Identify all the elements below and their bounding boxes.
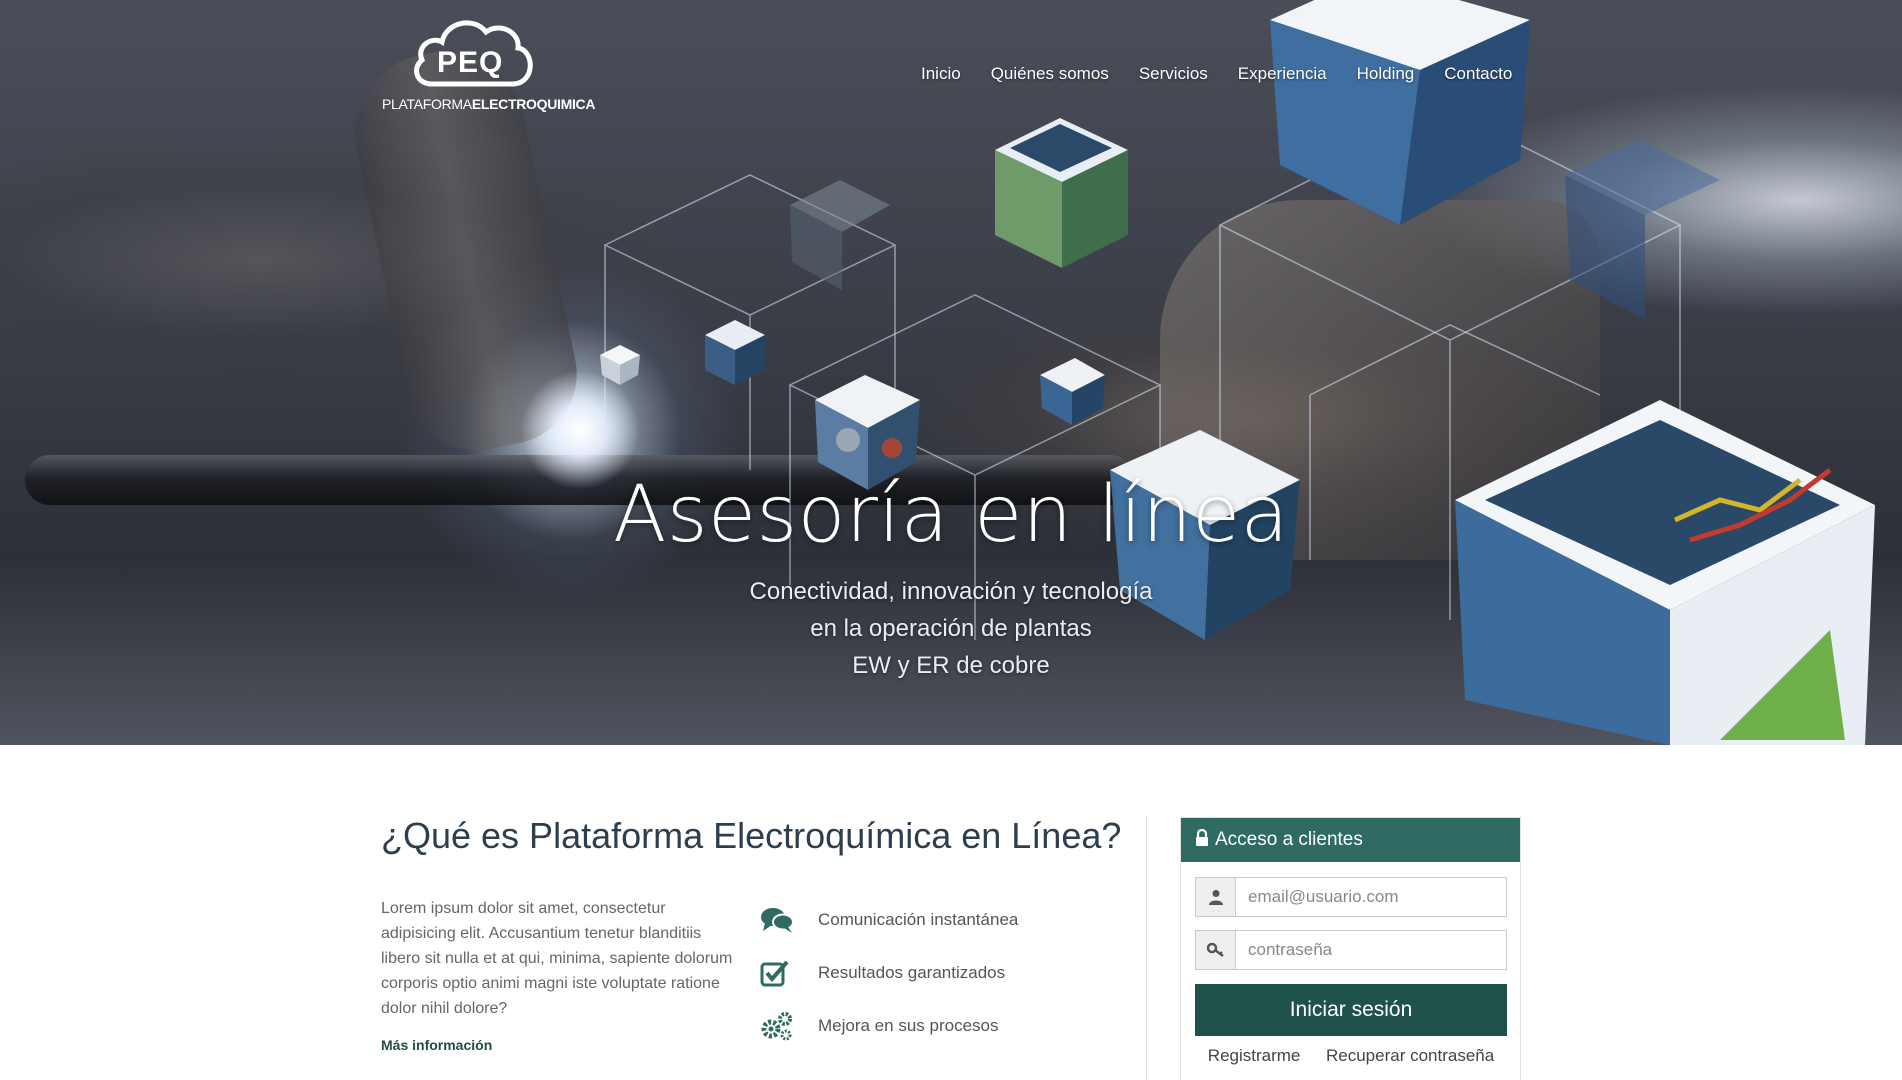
- email-input[interactable]: [1236, 878, 1506, 916]
- nav-item-experiencia[interactable]: Experiencia: [1238, 64, 1327, 92]
- user-icon: [1196, 878, 1236, 916]
- key-icon: [1196, 931, 1236, 969]
- gears-icon: [760, 1011, 802, 1041]
- nav-item-inicio[interactable]: Inicio: [921, 64, 961, 92]
- about-text: Lorem ipsum dolor sit amet, consectetur …: [381, 900, 733, 1017]
- feature-label: Mejora en sus procesos: [818, 1015, 999, 1035]
- checkbox-icon: [760, 958, 802, 988]
- nav-item-holding[interactable]: Holding: [1357, 64, 1415, 92]
- logo-subtitle-light: PLATAFORMA: [382, 96, 472, 112]
- hero-subtitle-line: en la operación de plantas: [810, 615, 1092, 642]
- client-login-panel: Acceso a clientes Iniciar sesión Registr…: [1180, 817, 1521, 1080]
- nav-item-contacto[interactable]: Contacto: [1444, 64, 1512, 92]
- brand-logo[interactable]: PEQ PLATAFORMAELECTROQUIMICA: [382, 12, 595, 117]
- section-divider: [1146, 815, 1147, 1080]
- login-button[interactable]: Iniciar sesión: [1195, 984, 1507, 1036]
- feature-item: Resultados garantizados: [760, 946, 1018, 999]
- logo-subtitle: PLATAFORMAELECTROQUIMICA: [382, 96, 595, 112]
- features-list: Comunicación instantánea Resultados gara…: [760, 893, 1018, 1052]
- hero-subtitle-line: Conectividad, innovación y tecnología: [749, 578, 1153, 605]
- login-header: Acceso a clientes: [1181, 818, 1520, 862]
- feature-label: Resultados garantizados: [818, 962, 1006, 982]
- password-input[interactable]: [1236, 931, 1506, 969]
- email-field: [1195, 877, 1507, 917]
- login-heading: Acceso a clientes: [1215, 829, 1363, 850]
- comments-icon: [760, 905, 802, 935]
- hero-subtitle-line: EW y ER de cobre: [852, 652, 1050, 679]
- feature-item: Comunicación instantánea: [760, 893, 1018, 946]
- main-nav: Inicio Quiénes somos Servicios Experienc…: [921, 64, 1542, 92]
- logo-mark: PEQ: [437, 46, 504, 79]
- lock-icon: [1195, 828, 1209, 852]
- login-links: Registrarme Recuperar contraseña: [1195, 1046, 1507, 1066]
- about-title: ¿Qué es Plataforma Electroquímica en Lín…: [381, 815, 1122, 856]
- register-link[interactable]: Registrarme: [1208, 1046, 1301, 1066]
- hero-banner: PEQ PLATAFORMAELECTROQUIMICA Inicio Quié…: [0, 0, 1902, 745]
- feature-item: Mejora en sus procesos: [760, 999, 1018, 1052]
- nav-item-servicios[interactable]: Servicios: [1139, 64, 1208, 92]
- recover-password-link[interactable]: Recuperar contraseña: [1326, 1046, 1494, 1066]
- hero-title: Asesoría en línea: [613, 470, 1289, 560]
- feature-label: Comunicación instantánea: [818, 909, 1019, 929]
- hero-subtitle: Conectividad, innovación y tecnología en…: [0, 573, 1902, 684]
- nav-item-quienes-somos[interactable]: Quiénes somos: [991, 64, 1109, 92]
- logo-subtitle-bold: ELECTROQUIMICA: [471, 96, 596, 112]
- more-info-link[interactable]: Más información: [381, 1037, 492, 1053]
- password-field: [1195, 930, 1507, 970]
